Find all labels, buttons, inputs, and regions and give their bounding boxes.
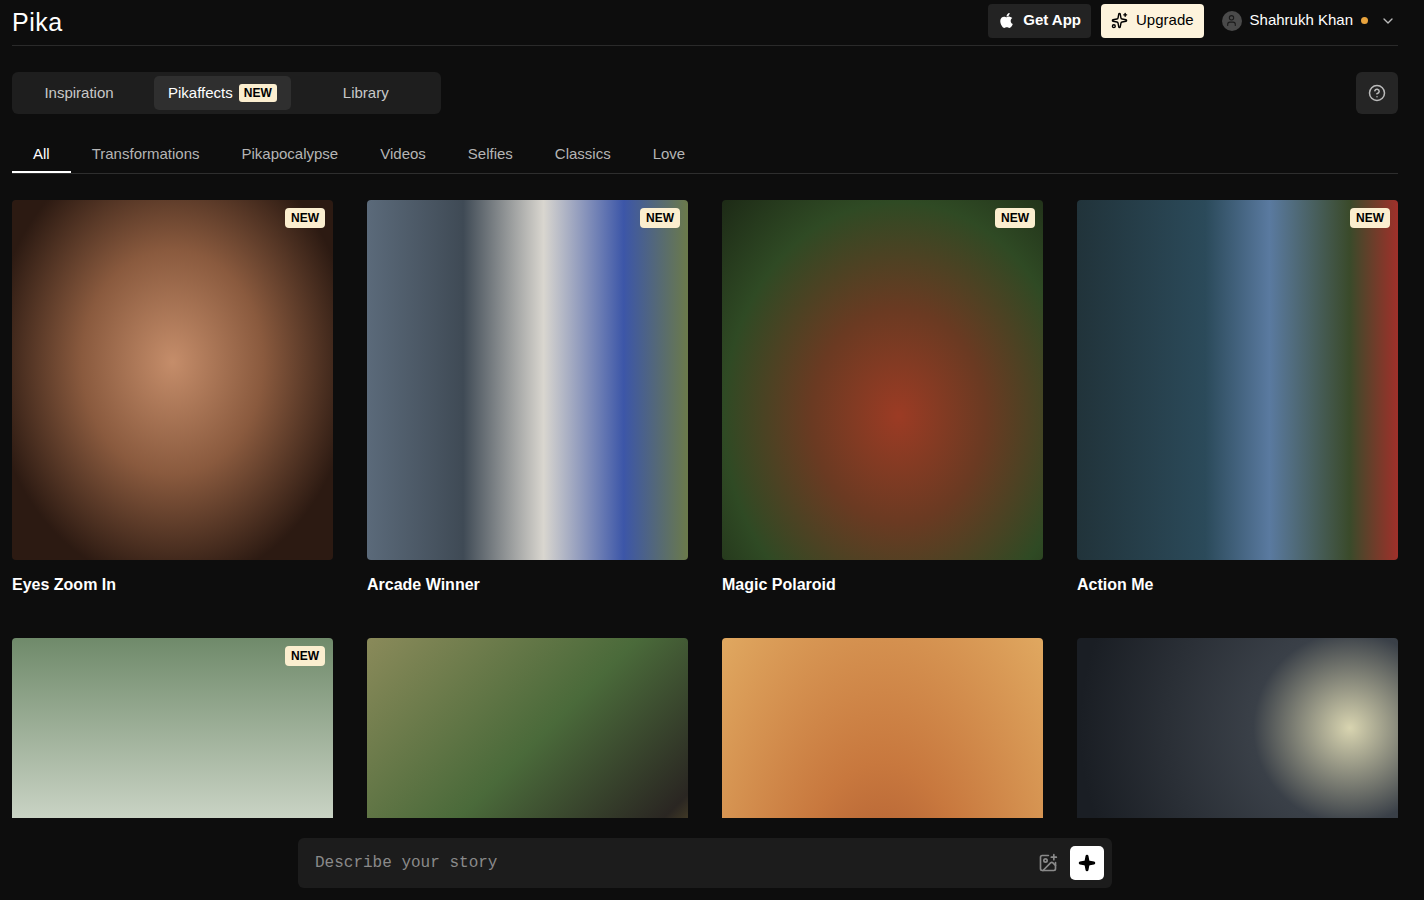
effect-preview[interactable] bbox=[367, 638, 688, 818]
effects-grid: NEW Eyes Zoom In NEW Arcade Winner NEW Magic … bbox=[12, 200, 1398, 818]
new-badge: NEW bbox=[640, 208, 680, 228]
effect-preview[interactable]: NEW bbox=[722, 200, 1043, 560]
category-tab[interactable]: Love bbox=[632, 138, 707, 173]
main-tab[interactable]: PikaffectsNEW bbox=[154, 76, 291, 110]
user-menu[interactable]: Shahrukh Khan bbox=[1222, 9, 1398, 32]
prompt-input[interactable] bbox=[315, 851, 1026, 875]
category-tab[interactable]: Classics bbox=[534, 138, 632, 173]
generate-button[interactable] bbox=[1070, 846, 1104, 880]
help-icon bbox=[1368, 84, 1386, 102]
sparkle-icon bbox=[1078, 854, 1096, 872]
effect-preview[interactable] bbox=[1077, 638, 1398, 818]
app: Pika Get App Upgrade Shahrukh Khan Inspirati… bbox=[0, 0, 1424, 900]
card-title: Eyes Zoom In bbox=[12, 574, 333, 596]
category-tab[interactable]: Transformations bbox=[71, 138, 221, 173]
upgrade-button[interactable]: Upgrade bbox=[1101, 4, 1204, 38]
top-bar: Pika Get App Upgrade Shahrukh Khan bbox=[12, 0, 1398, 46]
new-badge: NEW bbox=[285, 208, 325, 228]
effect-card[interactable]: NEW Arcade Winner bbox=[367, 200, 688, 596]
category-tabs: AllTransformationsPikapocalypseVideosSel… bbox=[12, 138, 1398, 174]
new-badge: NEW bbox=[285, 646, 325, 666]
user-name: Shahrukh Khan bbox=[1250, 9, 1353, 32]
get-app-button[interactable]: Get App bbox=[988, 4, 1091, 38]
main-tab[interactable]: Inspiration bbox=[16, 76, 142, 110]
card-title: Action Me bbox=[1077, 574, 1398, 596]
effect-preview[interactable]: NEW bbox=[367, 200, 688, 560]
effect-preview[interactable]: NEW bbox=[12, 638, 333, 818]
effect-card[interactable]: NEW Action Me bbox=[1077, 200, 1398, 596]
main-tabs: Inspiration PikaffectsNEW Library bbox=[12, 72, 441, 114]
effect-preview[interactable] bbox=[722, 638, 1043, 818]
effect-card[interactable]: NEW Eyes Zoom In bbox=[12, 200, 333, 596]
category-tab[interactable]: Pikapocalypse bbox=[220, 138, 359, 173]
main: Pika Get App Upgrade Shahrukh Khan Inspirati… bbox=[0, 0, 1424, 818]
effect-preview[interactable]: NEW bbox=[1077, 200, 1398, 560]
image-upload-icon[interactable] bbox=[1038, 853, 1058, 873]
effect-card[interactable] bbox=[1077, 638, 1398, 818]
effect-card[interactable] bbox=[722, 638, 1043, 818]
effect-card[interactable]: NEW bbox=[12, 638, 333, 818]
category-tab[interactable]: All bbox=[12, 138, 71, 173]
category-tab[interactable]: Selfies bbox=[447, 138, 534, 173]
apple-icon bbox=[998, 12, 1015, 29]
card-title: Magic Polaroid bbox=[722, 574, 1043, 596]
prompt-bar bbox=[298, 838, 1112, 888]
effect-preview[interactable]: NEW bbox=[12, 200, 333, 560]
category-tab[interactable]: Videos bbox=[359, 138, 447, 173]
avatar-icon bbox=[1222, 11, 1242, 31]
card-title: Arcade Winner bbox=[367, 574, 688, 596]
chevron-down-icon bbox=[1380, 13, 1396, 29]
status-dot bbox=[1361, 17, 1368, 24]
new-badge: NEW bbox=[239, 84, 277, 102]
main-tab[interactable]: Library bbox=[303, 76, 429, 110]
tab-row: Inspiration PikaffectsNEW Library bbox=[12, 72, 1398, 114]
new-badge: NEW bbox=[1350, 208, 1390, 228]
effect-card[interactable] bbox=[367, 638, 688, 818]
logo[interactable]: Pika bbox=[12, 4, 63, 42]
header-actions: Get App Upgrade Shahrukh Khan bbox=[988, 4, 1398, 42]
sparkles-icon bbox=[1111, 12, 1128, 29]
prompt-area bbox=[0, 818, 1424, 900]
new-badge: NEW bbox=[995, 208, 1035, 228]
effect-card[interactable]: NEW Magic Polaroid bbox=[722, 200, 1043, 596]
help-button[interactable] bbox=[1356, 72, 1398, 114]
